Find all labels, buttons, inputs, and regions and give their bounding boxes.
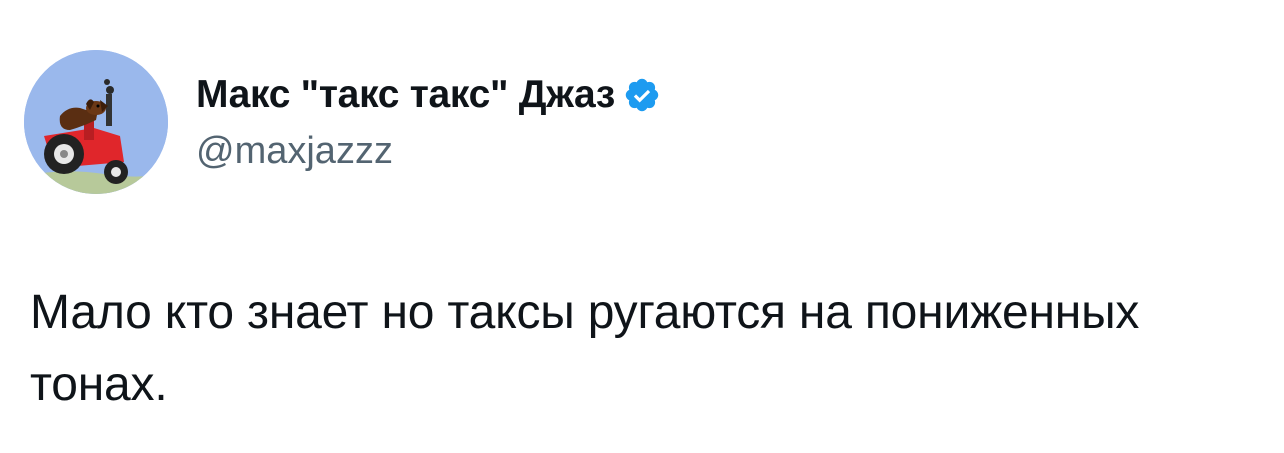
author-handle[interactable]: @maxjazzz xyxy=(196,130,661,173)
tweet-text: Мало кто знает но таксы ругаются на пони… xyxy=(30,286,1140,411)
author-name-row: Макс "такс такс" Джаз xyxy=(196,70,661,120)
avatar[interactable] xyxy=(24,50,168,194)
verified-badge-icon xyxy=(623,76,661,114)
author-display-name[interactable]: Макс "такс такс" Джаз xyxy=(196,73,615,117)
dachshund-tractor-icon xyxy=(24,50,168,194)
tweet-card: Макс "такс такс" Джаз @maxjazzz Мало кто… xyxy=(0,0,1284,453)
tweet-author: Макс "такс такс" Джаз @maxjazzz xyxy=(196,70,661,173)
